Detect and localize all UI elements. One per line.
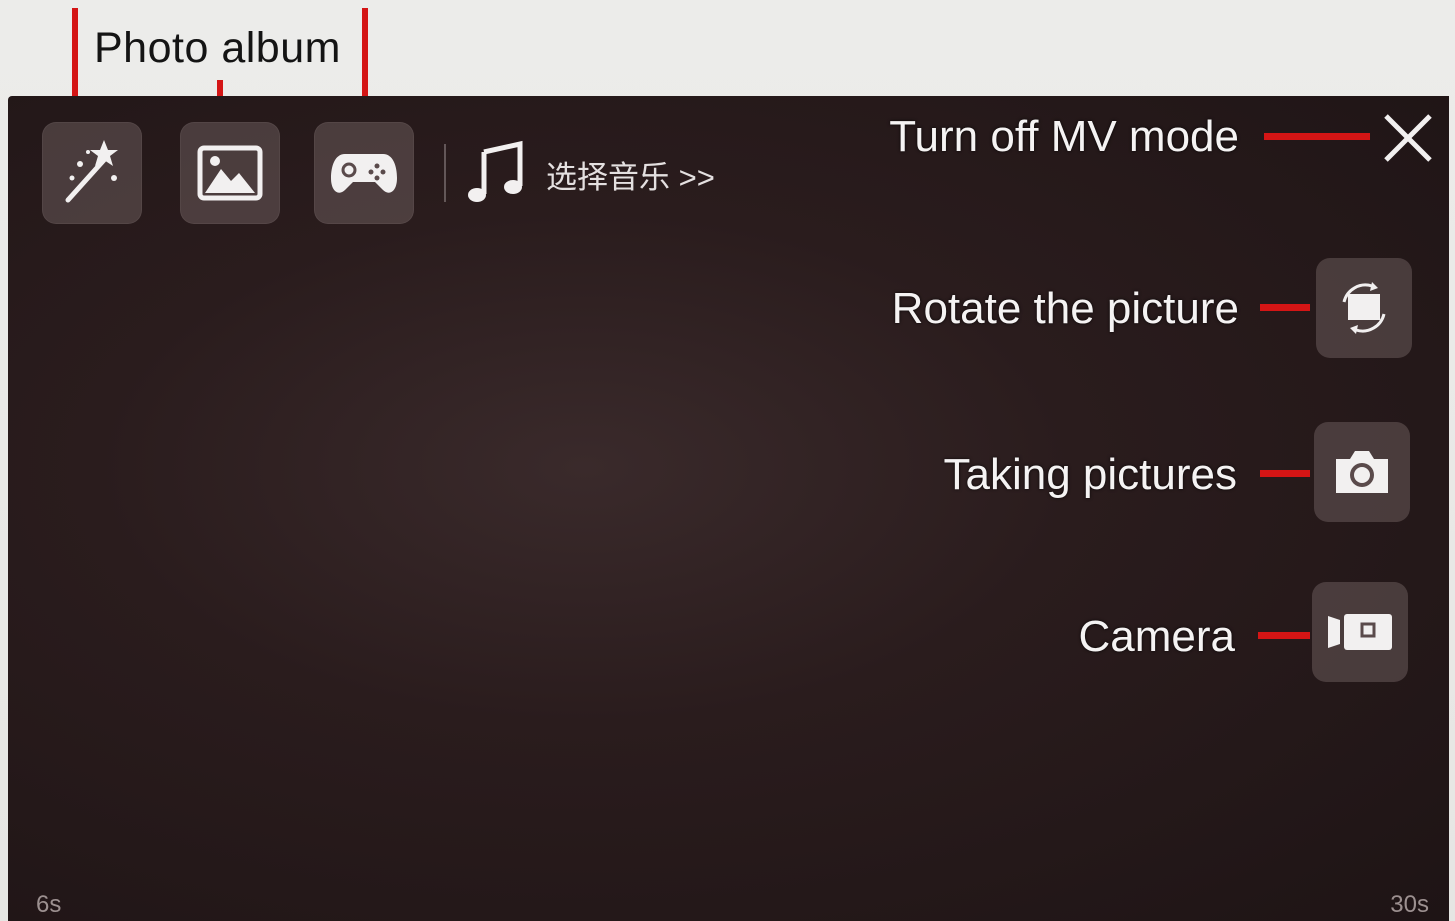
- picture-icon: [197, 145, 263, 201]
- taking-pictures-label: Taking pictures: [943, 450, 1237, 499]
- video-camera-icon: [1328, 614, 1392, 650]
- rotate-icon: [1342, 282, 1386, 334]
- pointer-line-rotate: [1260, 304, 1310, 311]
- mv-mode-screen: 选择音乐 >> Turn off MV mode Rotate the pict…: [8, 96, 1449, 921]
- timeline-end: 30s: [1390, 891, 1429, 918]
- pointer-line-close: [1264, 133, 1370, 140]
- close-icon: [1384, 114, 1432, 162]
- toolbar-divider: [444, 144, 446, 202]
- game-button[interactable]: [314, 122, 414, 224]
- camera-record-button[interactable]: [1312, 582, 1408, 682]
- gamepad-icon: [331, 154, 397, 193]
- close-mv-button[interactable]: [1382, 112, 1434, 169]
- select-music-button[interactable]: [466, 140, 526, 211]
- music-note-icon: [468, 140, 523, 202]
- camera-label: Camera: [1078, 612, 1236, 661]
- take-picture-button[interactable]: [1314, 422, 1410, 522]
- photo-album-caption: Photo album: [94, 24, 341, 72]
- rotate-picture-button[interactable]: [1316, 258, 1412, 358]
- effects-button[interactable]: [42, 122, 142, 224]
- pointer-line-photo: [1260, 470, 1310, 477]
- turn-off-mv-label: Turn off MV mode: [889, 112, 1239, 161]
- manual-page: Photo album 选择音乐 >> Turn off MV mode Rot…: [0, 0, 1455, 921]
- rotate-label: Rotate the picture: [891, 284, 1239, 333]
- photo-album-button[interactable]: [180, 122, 280, 224]
- pointer-line-camera: [1258, 632, 1310, 639]
- timeline-start: 6s: [36, 891, 62, 918]
- camera-icon: [1336, 451, 1388, 493]
- select-music-label[interactable]: 选择音乐 >>: [546, 152, 715, 197]
- magic-wand-icon: [65, 140, 118, 203]
